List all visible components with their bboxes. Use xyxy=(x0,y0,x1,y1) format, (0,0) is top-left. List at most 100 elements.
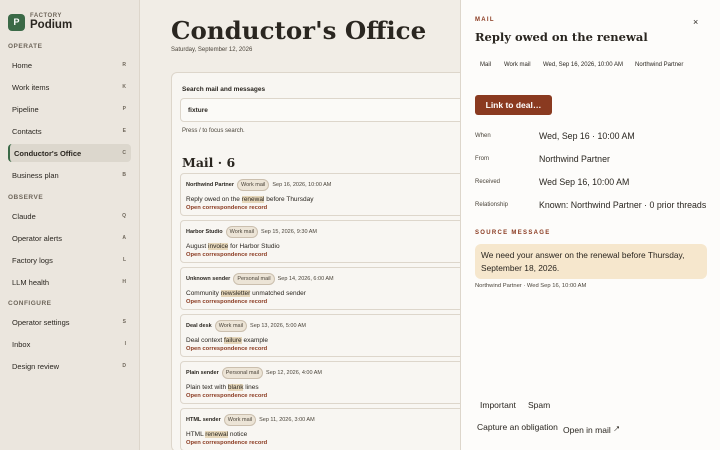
source-message: We need your answer on the renewal befor… xyxy=(475,244,707,279)
open-record-link[interactable]: Open correspondence record xyxy=(186,299,267,305)
sidebar-item-label: Claude xyxy=(12,211,36,221)
link-to-deal-button[interactable]: Link to deal… xyxy=(475,95,552,115)
sidebar-item-contacts[interactable]: Contacts E xyxy=(8,122,131,140)
open-in-mail-button[interactable]: Open in mail ⭧ xyxy=(563,424,620,435)
sidebar-item-llm-health[interactable]: LLM health H xyxy=(8,273,131,291)
drawer-kicker: MAIL xyxy=(475,17,495,23)
sidebar-item-design-review[interactable]: Design review D xyxy=(8,357,131,375)
capture-obligation-button[interactable]: Capture an obligation xyxy=(477,422,558,432)
sidebar-item-business-plan[interactable]: Business plan B xyxy=(8,166,131,184)
sidebar-item-label: Pipeline xyxy=(12,104,39,114)
shortcut-key: H xyxy=(122,279,126,285)
meta-sender: Northwind Partner xyxy=(635,62,684,68)
spam-button[interactable]: Spam xyxy=(528,400,550,410)
page-title: Conductor's Office xyxy=(171,16,427,45)
search-input[interactable]: fixture xyxy=(180,98,460,122)
list-item[interactable]: HTML sender Work mail Sep 11, 2026, 3:00 A… xyxy=(180,408,460,450)
mail-tag: Work mail xyxy=(214,320,248,332)
list-item[interactable]: Deal desk Work mail Sep 13, 2026, 5:00 AM … xyxy=(180,314,460,357)
sidebar-item-work-items[interactable]: Work items K xyxy=(8,78,131,96)
search-highlight: renewal xyxy=(205,431,229,438)
search-highlight: failure xyxy=(223,337,242,344)
sidebar-item-pipeline[interactable]: Pipeline P xyxy=(8,100,131,118)
mail-date: Sep 15, 2026, 9:30 AM xyxy=(261,229,317,235)
mail-subject: August invoice for Harbor Studio xyxy=(186,243,280,250)
shortcut-key: E xyxy=(122,128,126,134)
shortcut-key: P xyxy=(122,106,126,112)
search-highlight: renewal xyxy=(241,196,265,203)
mail-subject: Plain text with blank lines xyxy=(186,384,259,391)
mail-subject: Community newsletter unmatched sender xyxy=(186,290,306,297)
mail-date: Sep 11, 2026, 3:00 AM xyxy=(259,417,315,423)
sidebar-item-label: Business plan xyxy=(12,170,59,180)
search-panel: Search mail and messages fixture Press /… xyxy=(171,72,460,450)
shortcut-key: Q xyxy=(122,213,126,219)
mail-date: Sep 16, 2026, 10:00 AM xyxy=(272,182,332,188)
mail-subject: HTML renewal notice xyxy=(186,431,248,438)
sidebar-item-label: Inbox xyxy=(12,339,31,349)
search-highlight: newsletter xyxy=(220,290,251,297)
shortcut-key: I xyxy=(124,341,126,347)
meta-tag: Work mail xyxy=(504,62,531,68)
shortcut-key: C xyxy=(122,150,126,156)
shortcut-key: D xyxy=(122,363,126,369)
open-record-link[interactable]: Open correspondence record xyxy=(186,252,267,258)
list-item[interactable]: Unknown sender Personal mail Sep 14, 2026,… xyxy=(180,267,460,310)
mail-sender: Harbor Studio xyxy=(186,229,223,235)
meta-date: Wed, Sep 16, 2026, 10:00 AM xyxy=(543,62,623,68)
sidebar-item-label: Work items xyxy=(12,82,50,92)
search-label: Search mail and messages xyxy=(182,86,266,93)
sidebar-item-label: Contacts xyxy=(12,126,42,136)
mail-sender: HTML sender xyxy=(186,417,221,423)
mail-date: Sep 12, 2026, 4:00 AM xyxy=(266,370,323,376)
important-button[interactable]: Important xyxy=(480,400,516,410)
open-in-mail-label: Open in mail xyxy=(563,424,611,435)
mail-tag: Work mail xyxy=(236,179,270,191)
external-link-icon: ⭧ xyxy=(613,424,620,434)
sidebar-item-factory-logs[interactable]: Factory logs L xyxy=(8,251,131,269)
mail-detail-drawer: MAIL × Reply owed on the renewal Mail Wo… xyxy=(460,0,720,450)
sidebar-item-inbox[interactable]: Inbox I xyxy=(8,335,131,353)
open-record-link[interactable]: Open correspondence record xyxy=(186,346,267,352)
shortcut-key: A xyxy=(122,235,126,241)
source-kicker: SOURCE MESSAGE xyxy=(475,230,551,236)
sidebar-item-label: Design review xyxy=(12,361,60,371)
sidebar-item-home[interactable]: Home R xyxy=(8,56,131,74)
mail-date: Sep 14, 2026, 6:00 AM xyxy=(277,276,334,282)
sidebar-item-conductors-office[interactable]: Conductor's Office C xyxy=(8,144,131,162)
mail-sender: Deal desk xyxy=(186,323,212,329)
search-highlight: blank xyxy=(227,384,244,391)
sidebar-item-claude[interactable]: Claude Q xyxy=(8,207,131,225)
page-date: Saturday, September 12, 2026 xyxy=(171,47,253,53)
field-value-from: Northwind Partner xyxy=(539,154,610,164)
sidebar-item-operator-alerts[interactable]: Operator alerts A xyxy=(8,229,131,247)
brand[interactable]: P FACTORY Podium xyxy=(0,0,139,34)
sidebar-item-label: Operator settings xyxy=(12,317,70,327)
field-label-from: From xyxy=(475,156,489,162)
open-record-link[interactable]: Open correspondence record xyxy=(186,393,267,399)
open-record-link[interactable]: Open correspondence record xyxy=(186,440,267,446)
mail-tag: Personal mail xyxy=(233,273,275,285)
list-item[interactable]: Northwind Partner Work mail Sep 16, 2026, … xyxy=(180,173,460,216)
list-item[interactable]: Plain sender Personal mail Sep 12, 2026, 4… xyxy=(180,361,460,404)
field-value-when: Wed, Sep 16 · 10:00 AM xyxy=(539,131,635,141)
sidebar-item-label: Home xyxy=(12,60,33,70)
mail-heading: Mail · 6 xyxy=(182,155,236,170)
field-label-received: Received xyxy=(475,179,501,185)
shortcut-key: L xyxy=(122,257,126,263)
mail-sender: Northwind Partner xyxy=(186,182,234,188)
list-item[interactable]: Harbor Studio Work mail Sep 15, 2026, 9:30… xyxy=(180,220,460,263)
close-icon[interactable]: × xyxy=(693,17,698,27)
sidebar-item-label: Operator alerts xyxy=(12,233,63,243)
mail-date: Sep 13, 2026, 5:00 AM xyxy=(250,323,307,329)
sidebar-item-operator-settings[interactable]: Operator settings S xyxy=(8,313,131,331)
sidebar-item-label: Conductor's Office xyxy=(14,148,82,158)
mail-sender: Plain sender xyxy=(186,370,219,376)
mail-tag: Work mail xyxy=(223,414,257,426)
source-footer: Northwind Partner · Wed Sep 16, 10:00 AM xyxy=(475,283,587,289)
section-label-configure: CONFIGURE xyxy=(8,300,52,307)
mail-subject: Reply owed on the renewal before Thursda… xyxy=(186,196,314,203)
shortcut-key: B xyxy=(122,172,126,178)
shortcut-key: S xyxy=(122,319,126,325)
open-record-link[interactable]: Open correspondence record xyxy=(186,205,267,211)
